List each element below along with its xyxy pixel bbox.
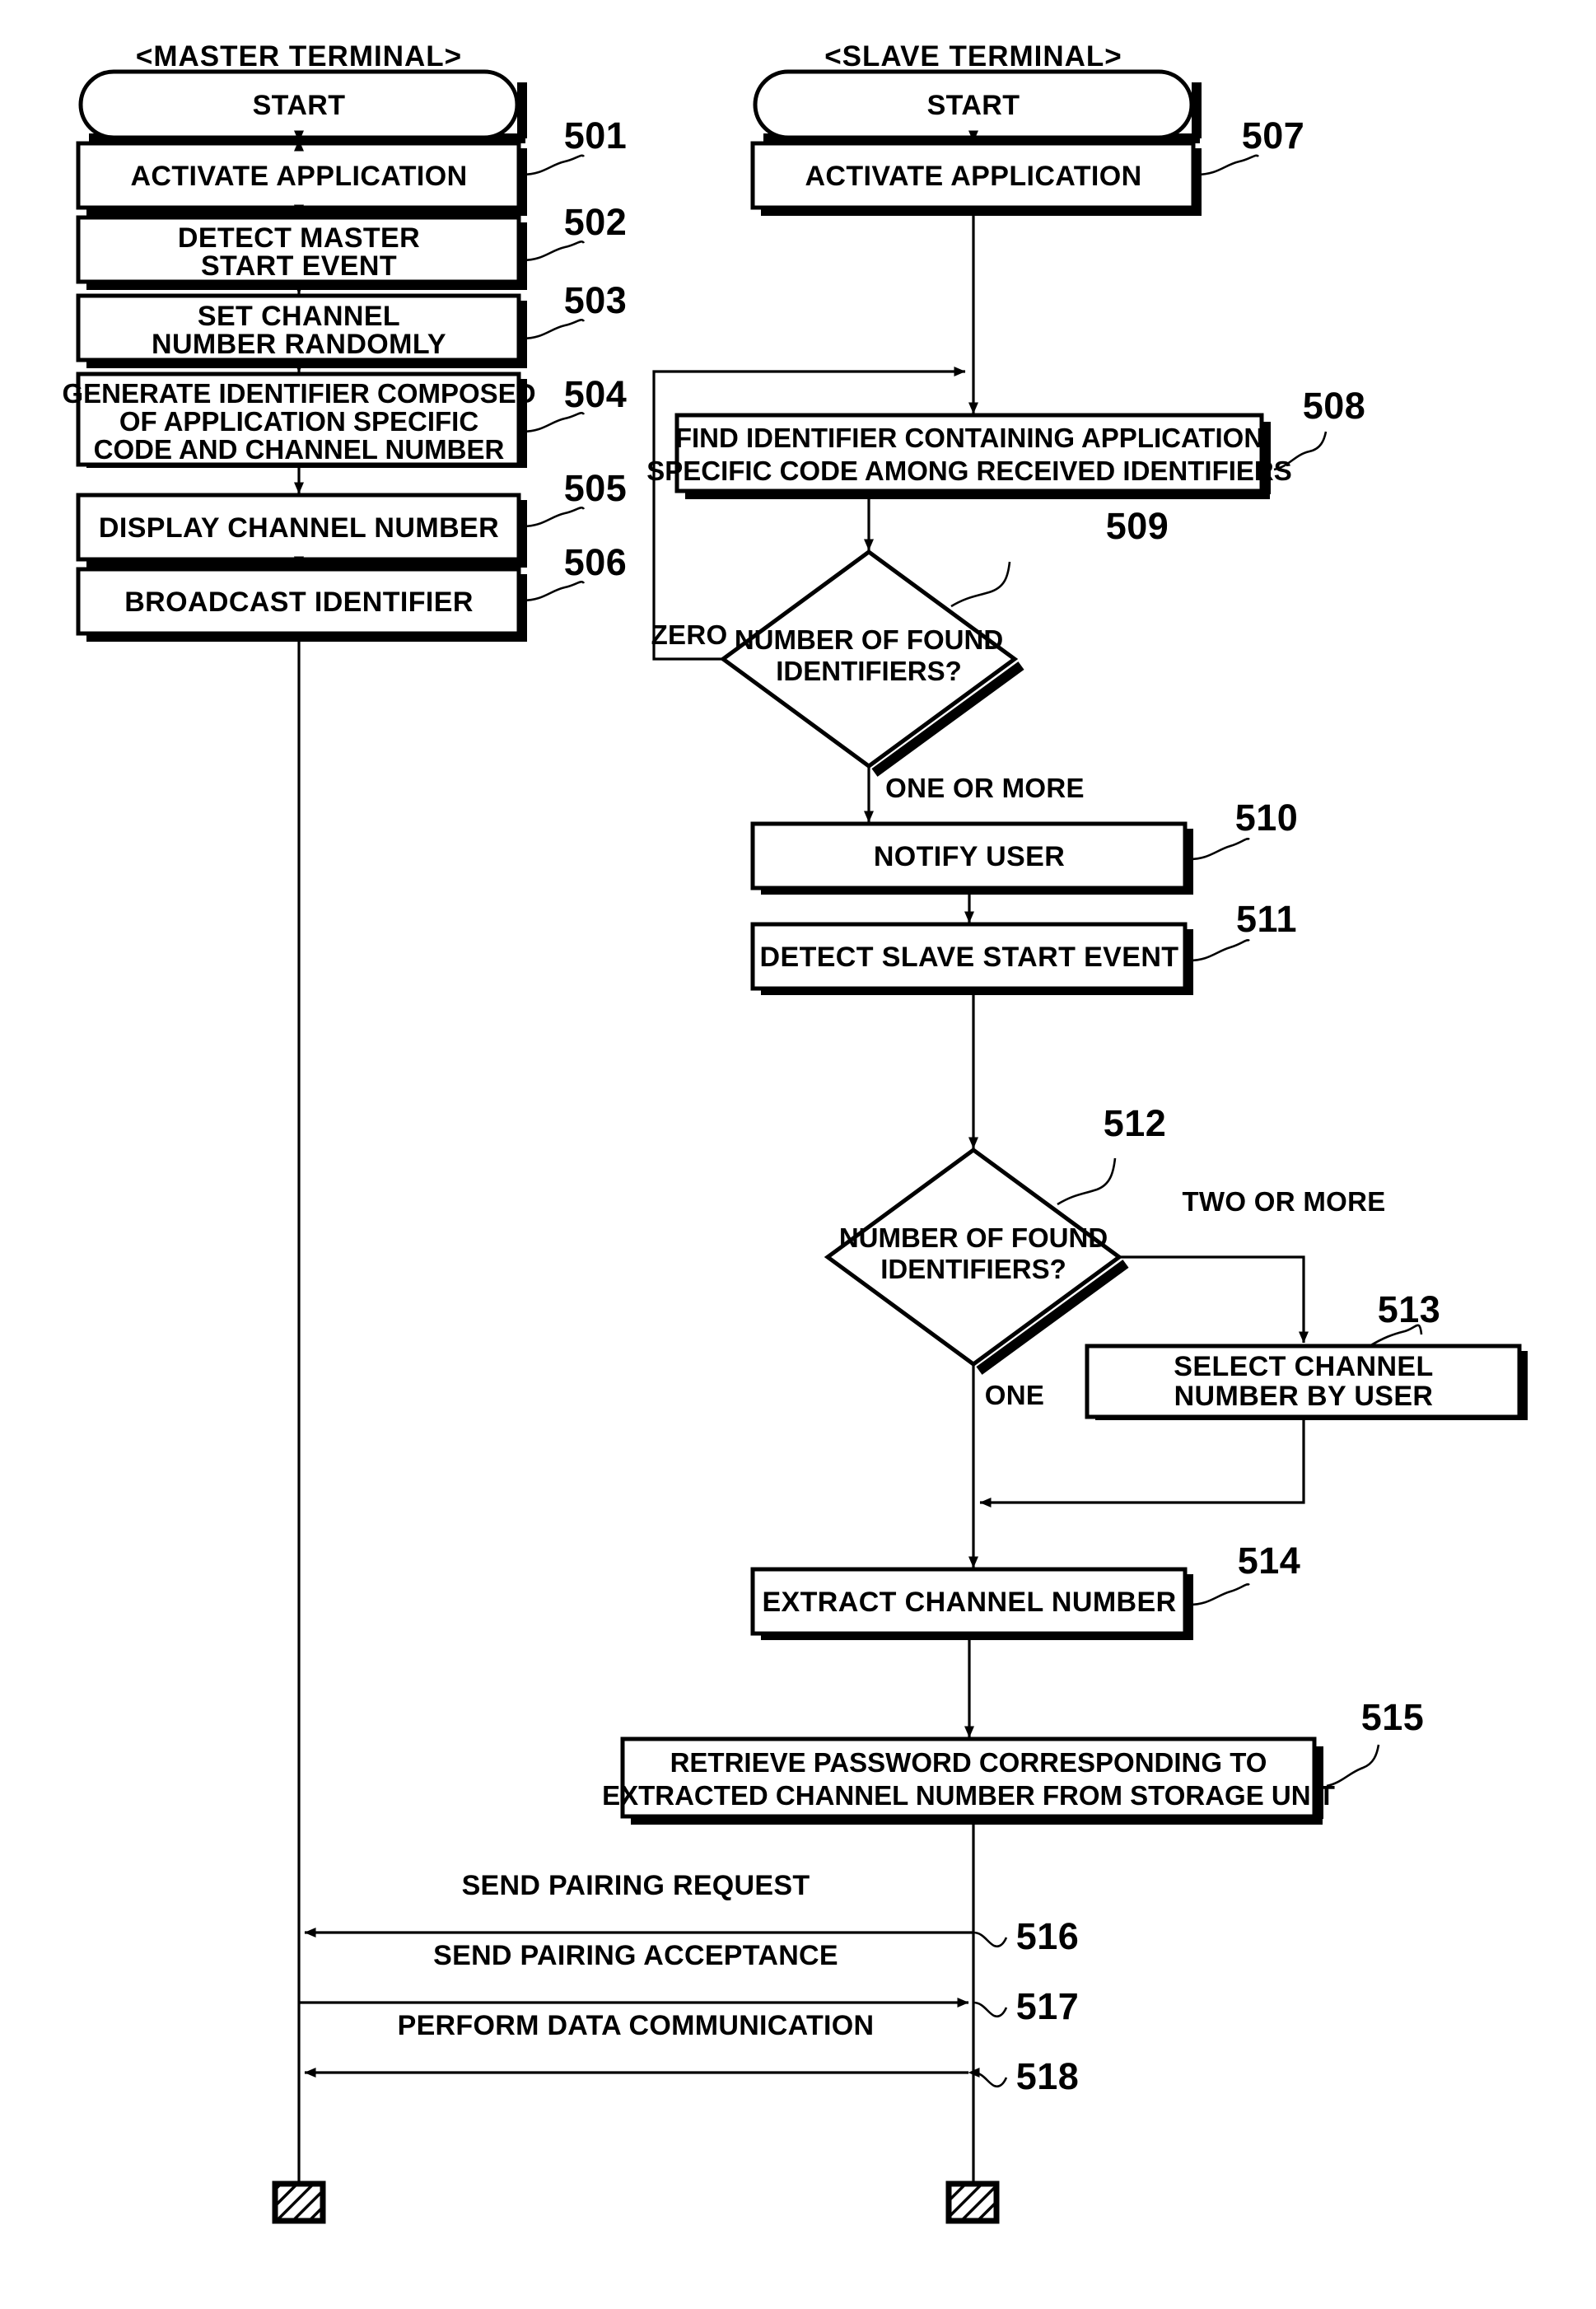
box-508-line-2: SPECIFIC CODE AMONG RECEIVED IDENTIFIERS bbox=[646, 456, 1292, 486]
ref-517: 517 bbox=[1016, 1985, 1080, 2027]
ref-506: 506 bbox=[564, 541, 628, 583]
ref-511: 511 bbox=[1236, 898, 1297, 940]
ref-517-leader bbox=[973, 2001, 1008, 2018]
slave-start-label: START bbox=[927, 90, 1020, 121]
box-502-line-2: START EVENT bbox=[201, 250, 397, 282]
ref-507-leader bbox=[1196, 154, 1260, 176]
edge-label-one: ONE bbox=[985, 1380, 1044, 1410]
ref-511-leader bbox=[1188, 939, 1250, 962]
message-518-label: PERFORM DATA COMMUNICATION bbox=[398, 2010, 875, 2041]
ref-518-leader bbox=[973, 2071, 1008, 2088]
box-503-line-2: NUMBER RANDOMLY bbox=[152, 329, 446, 360]
box-501-line-1: ACTIVATE APPLICATION bbox=[130, 161, 467, 192]
ref-513: 513 bbox=[1378, 1288, 1441, 1330]
box-515-line-1: RETRIEVE PASSWORD CORRESPONDING TO bbox=[670, 1747, 1267, 1778]
ref-509-leader bbox=[950, 561, 1011, 608]
box-507-label: ACTIVATE APPLICATION bbox=[805, 161, 1141, 192]
box-504-line-1: GENERATE IDENTIFIER COMPOSED bbox=[62, 378, 535, 409]
slave-end-terminator bbox=[945, 2180, 1000, 2224]
box-515-line-2: EXTRACTED CHANNEL NUMBER FROM STORAGE UN… bbox=[602, 1780, 1335, 1811]
ref-501-leader bbox=[521, 154, 586, 176]
ref-515: 515 bbox=[1361, 1696, 1425, 1738]
box-510-line-1: NOTIFY USER bbox=[874, 841, 1065, 872]
edge-label-zero: ZERO bbox=[651, 619, 728, 650]
box-511-line-1: DETECT SLAVE START EVENT bbox=[760, 942, 1179, 973]
patent-figure-canvas: <MASTER TERMINAL> START ACTIVATE APPLICA… bbox=[0, 0, 1596, 2309]
box-506-line-1: BROADCAST IDENTIFIER bbox=[124, 587, 474, 618]
ref-514: 514 bbox=[1238, 1540, 1301, 1582]
box-514-line-1: EXTRACT CHANNEL NUMBER bbox=[762, 1587, 1176, 1618]
conn-513-merge bbox=[979, 1417, 1305, 1507]
ref-518: 518 bbox=[1016, 2055, 1080, 2097]
message-516-label: SEND PAIRING REQUEST bbox=[462, 1870, 810, 1901]
ref-507: 507 bbox=[1242, 115, 1305, 157]
ref-508: 508 bbox=[1303, 385, 1366, 427]
box-513-line-1: SELECT CHANNEL bbox=[1174, 1351, 1433, 1382]
ref-505: 505 bbox=[564, 467, 628, 509]
box-508-line-1: FIND IDENTIFIER CONTAINING APPLICATION bbox=[675, 423, 1263, 453]
box-513-line-2: NUMBER BY USER bbox=[1174, 1381, 1434, 1412]
ref-516-leader bbox=[973, 1931, 1008, 1948]
diamond-512-line-2: IDENTIFIERS? bbox=[880, 1254, 1066, 1284]
ref-503: 503 bbox=[564, 279, 628, 321]
message-517-label: SEND PAIRING ACCEPTANCE bbox=[433, 1940, 838, 1971]
diamond-512-line-1: NUMBER OF FOUND bbox=[839, 1222, 1108, 1253]
box-504-line-2: OF APPLICATION SPECIFIC bbox=[119, 406, 478, 437]
ref-504: 504 bbox=[564, 373, 628, 415]
ref-502-leader bbox=[521, 240, 586, 262]
ref-502: 502 bbox=[564, 201, 628, 243]
ref-510-leader bbox=[1188, 838, 1250, 861]
box-502-line-1: DETECT MASTER bbox=[178, 222, 420, 254]
flowchart-svg: <MASTER TERMINAL> START ACTIVATE APPLICA… bbox=[62, 40, 1528, 2224]
diamond-509-line-1: NUMBER OF FOUND bbox=[735, 624, 1003, 655]
ref-514-leader bbox=[1188, 1583, 1250, 1606]
column-header-slave: <SLAVE TERMINAL> bbox=[824, 40, 1122, 72]
ref-516: 516 bbox=[1016, 1915, 1080, 1957]
ref-505-leader bbox=[521, 506, 586, 528]
conn-512-two-or-more bbox=[1119, 1255, 1309, 1344]
box-503-line-1: SET CHANNEL bbox=[198, 301, 400, 332]
edge-label-one-or-more: ONE OR MORE bbox=[885, 773, 1085, 803]
ref-509: 509 bbox=[1106, 505, 1169, 547]
ref-504-leader bbox=[521, 411, 586, 433]
ref-506-leader bbox=[521, 580, 586, 602]
ref-510: 510 bbox=[1235, 797, 1299, 839]
ref-501: 501 bbox=[564, 115, 628, 157]
column-header-master: <MASTER TERMINAL> bbox=[136, 40, 462, 72]
master-start-label: START bbox=[253, 90, 346, 121]
ref-503-leader bbox=[521, 318, 586, 340]
edge-label-two-or-more: TWO OR MORE bbox=[1182, 1186, 1385, 1217]
box-505-line-1: DISPLAY CHANNEL NUMBER bbox=[99, 512, 499, 544]
diamond-509-line-2: IDENTIFIERS? bbox=[776, 656, 962, 686]
master-end-terminator bbox=[272, 2180, 326, 2224]
ref-512-leader bbox=[1057, 1157, 1117, 1206]
box-504-line-3: CODE AND CHANNEL NUMBER bbox=[94, 434, 505, 465]
ref-512: 512 bbox=[1104, 1102, 1167, 1144]
